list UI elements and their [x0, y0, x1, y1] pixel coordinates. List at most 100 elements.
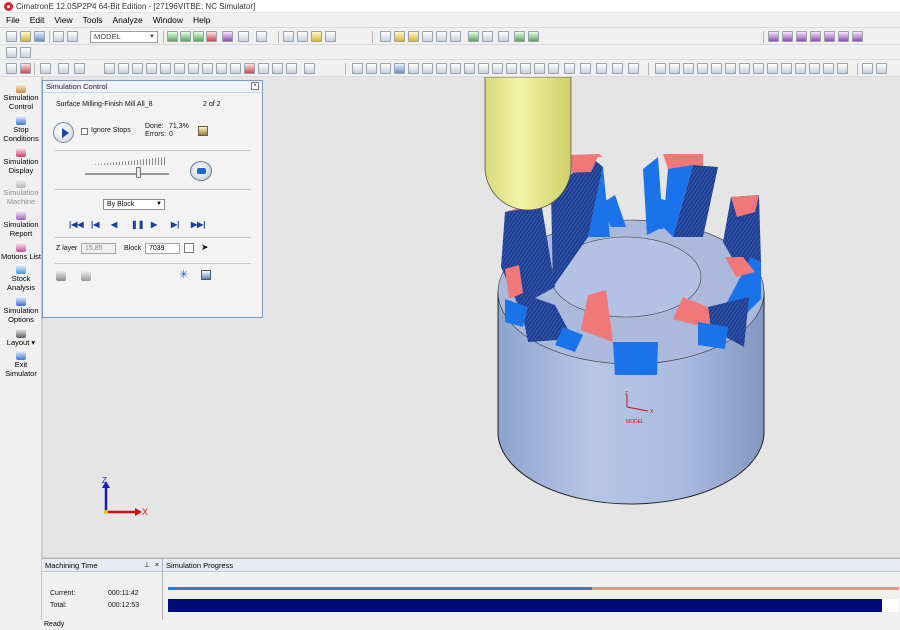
step-mode-select[interactable]: By Block ▼	[103, 199, 165, 210]
view-pan-icon[interactable]	[206, 31, 217, 42]
scale-icon[interactable]	[160, 63, 171, 74]
move-icon[interactable]	[104, 63, 115, 74]
box-icon[interactable]	[352, 63, 363, 74]
redo-icon[interactable]	[876, 63, 887, 74]
tangent-icon[interactable]	[725, 63, 736, 74]
menu-view[interactable]: View	[54, 15, 72, 25]
play-button[interactable]	[53, 122, 74, 143]
fast-forward-button[interactable]	[190, 161, 212, 181]
last-step-icon[interactable]: ▶▶|	[191, 220, 206, 230]
grid-icon[interactable]	[325, 31, 336, 42]
pause-icon[interactable]: ❚❚	[131, 220, 144, 230]
cube-view-icon[interactable]	[222, 31, 233, 42]
simulation-options-button[interactable]: Simulation Options	[0, 296, 42, 324]
view-right-icon[interactable]	[810, 31, 821, 42]
bulb-off-icon[interactable]	[408, 31, 419, 42]
pointer-icon[interactable]	[380, 31, 391, 42]
new-file-icon[interactable]	[6, 31, 17, 42]
save-icon[interactable]	[34, 31, 45, 42]
project-icon[interactable]	[564, 63, 575, 74]
pick-icon[interactable]	[6, 63, 17, 74]
offset-icon[interactable]	[464, 63, 475, 74]
array-icon[interactable]	[174, 63, 185, 74]
simulation-display-button[interactable]: Simulation Display	[0, 147, 42, 175]
grid-toggle-icon[interactable]	[514, 31, 525, 42]
report-icon[interactable]	[198, 126, 208, 136]
divide-icon[interactable]	[795, 63, 806, 74]
menu-help[interactable]: Help	[193, 15, 210, 25]
display-icon[interactable]	[53, 31, 64, 42]
panel-close-icon[interactable]: ×	[155, 559, 159, 572]
corner-icon[interactable]	[767, 63, 778, 74]
view-left-icon[interactable]	[824, 31, 835, 42]
tool-b-icon[interactable]	[20, 47, 31, 58]
stop-conditions-button[interactable]: Stop Conditions	[0, 115, 42, 143]
next-icon[interactable]	[450, 31, 461, 42]
cube-options-icon[interactable]	[238, 31, 249, 42]
simulation-control-button[interactable]: Simulation Control	[0, 83, 42, 111]
stock-analysis-button[interactable]: Stock Analysis	[0, 264, 42, 292]
pin-icon[interactable]: ⊥	[144, 559, 150, 572]
polyline-icon[interactable]	[669, 63, 680, 74]
speed-slider[interactable]	[136, 167, 141, 178]
view-zoom-icon[interactable]	[180, 31, 191, 42]
menu-edit[interactable]: Edit	[30, 15, 45, 25]
point-icon[interactable]	[711, 63, 722, 74]
wrap-icon[interactable]	[580, 63, 591, 74]
helix-icon[interactable]	[823, 63, 834, 74]
first-step-icon[interactable]: |◀◀	[69, 220, 84, 230]
text-icon[interactable]	[612, 63, 623, 74]
tool-a-icon[interactable]	[6, 47, 17, 58]
normal-icon[interactable]	[739, 63, 750, 74]
close-icon[interactable]: ×	[251, 82, 259, 90]
refresh-icon[interactable]: ✳	[179, 268, 188, 281]
tool-display-icon[interactable]	[81, 271, 91, 281]
render-icon[interactable]	[256, 31, 267, 42]
step-forward-icon[interactable]: ▶	[151, 220, 157, 230]
layout-button[interactable]: Layout ▾	[0, 328, 42, 347]
undo-icon[interactable]	[862, 63, 873, 74]
spline-icon[interactable]	[450, 63, 461, 74]
prev-block-icon[interactable]: |◀	[91, 220, 99, 230]
table-icon[interactable]	[380, 63, 391, 74]
block-field[interactable]: 7039	[145, 243, 180, 254]
forward-icon[interactable]	[436, 31, 447, 42]
model-combo[interactable]: MODEL ▼	[90, 31, 158, 43]
menu-window[interactable]: Window	[153, 15, 183, 25]
view-fit-icon[interactable]	[167, 31, 178, 42]
section-icon[interactable]	[297, 31, 308, 42]
delete-icon[interactable]	[188, 63, 199, 74]
light-icon[interactable]	[311, 31, 322, 42]
curve-edit-icon[interactable]	[809, 63, 820, 74]
motions-list-button[interactable]: Motions List	[0, 242, 42, 261]
shade-icon[interactable]	[67, 31, 78, 42]
settings-icon[interactable]	[528, 31, 539, 42]
block-lookup-icon[interactable]	[184, 243, 194, 253]
split-icon[interactable]	[534, 63, 545, 74]
fillet-icon[interactable]	[506, 63, 517, 74]
pointer-cursor-icon[interactable]: ➤	[201, 242, 209, 253]
ignore-stops-checkbox[interactable]	[81, 128, 88, 135]
view-rotate-icon[interactable]	[193, 31, 204, 42]
datum-icon[interactable]	[304, 63, 315, 74]
layer-icon[interactable]	[283, 31, 294, 42]
solid-icon[interactable]	[286, 63, 297, 74]
edit-icon[interactable]	[74, 63, 85, 74]
sketch-icon[interactable]	[366, 63, 377, 74]
extend-icon[interactable]	[492, 63, 503, 74]
circle-icon[interactable]	[422, 63, 433, 74]
view-back-icon[interactable]	[838, 31, 849, 42]
menu-tools[interactable]: Tools	[83, 15, 103, 25]
exit-simulator-button[interactable]: Exit Simulator	[0, 350, 42, 378]
next-block-icon[interactable]: ▶|	[171, 220, 179, 230]
show-icon[interactable]	[216, 63, 227, 74]
curve-icon[interactable]	[258, 63, 269, 74]
menu-analyze[interactable]: Analyze	[112, 15, 142, 25]
open-file-icon[interactable]	[20, 31, 31, 42]
cut-icon[interactable]	[58, 63, 69, 74]
arrow-red-icon[interactable]	[20, 63, 31, 74]
view-bottom-icon[interactable]	[852, 31, 863, 42]
tree-icon[interactable]	[468, 31, 479, 42]
intersect-icon[interactable]	[753, 63, 764, 74]
simulation-report-button[interactable]: Simulation Report	[0, 210, 42, 238]
